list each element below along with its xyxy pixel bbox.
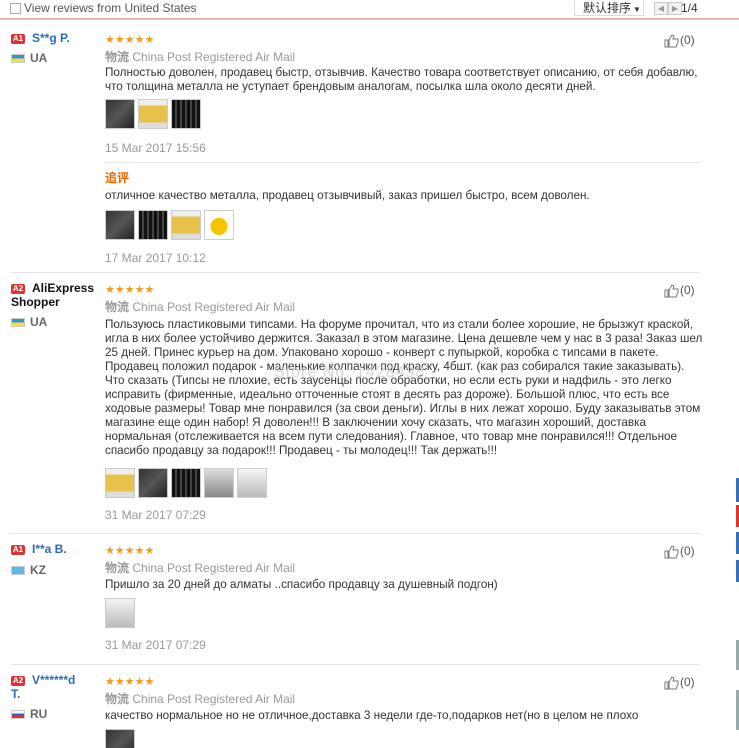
- reviewer-country: UA: [30, 315, 48, 329]
- review-divider: [10, 533, 700, 534]
- next-page-icon[interactable]: ▶: [668, 2, 682, 15]
- helpful-button[interactable]: (0): [664, 675, 695, 690]
- sort-select[interactable]: 默认排序 ▼: [574, 0, 644, 16]
- shipping-label: 物流: [105, 50, 130, 64]
- shipping-method: China Post Registered Air Mail: [132, 561, 296, 575]
- review-photos: [105, 729, 138, 748]
- shipping-info: 物流 China Post Registered Air Mail: [105, 298, 295, 315]
- thumbs-up-icon: [664, 545, 679, 559]
- shipping-label: 物流: [105, 561, 130, 575]
- followup-text: отличное качество металла, продавец отзы…: [105, 189, 590, 202]
- review-text: Пользуюсь пластиковыми типсами. На форум…: [105, 318, 703, 457]
- review-photo[interactable]: [204, 468, 234, 498]
- review-photo[interactable]: [138, 99, 168, 129]
- shipping-info: 物流 China Post Registered Air Mail: [105, 690, 295, 707]
- review-date: 31 Mar 2017 07:29: [105, 638, 206, 652]
- review-divider: [10, 272, 700, 273]
- review-photos: [105, 468, 270, 500]
- flag-ua-icon: [11, 54, 25, 63]
- review-photo[interactable]: [105, 99, 135, 129]
- followup-date: 17 Mar 2017 10:12: [105, 251, 206, 265]
- thumbs-up-icon: [664, 34, 679, 48]
- reviewer-name[interactable]: AliExpress: [32, 281, 94, 295]
- shipping-method: China Post Registered Air Mail: [132, 692, 296, 706]
- level-badge: A1: [11, 545, 25, 555]
- review-photo[interactable]: [171, 468, 201, 498]
- prev-page-icon[interactable]: ◀: [654, 2, 668, 15]
- review-text: Пришло за 20 дней до алматы ..спасибо пр…: [105, 578, 498, 591]
- level-badge: A2: [11, 284, 25, 294]
- review-text: Полностью доволен, продавец быстр, отзыв…: [105, 66, 698, 93]
- flag-ua-icon: [11, 318, 25, 327]
- reviewer-country: KZ: [30, 563, 46, 577]
- chevron-down-icon: ▼: [633, 5, 641, 14]
- shipping-info: 物流 China Post Registered Air Mail: [105, 559, 295, 576]
- review-text: качество нормальное но не отличное,доста…: [105, 709, 639, 722]
- store-watermark: Store No: 1428438: [274, 364, 426, 381]
- review-photo[interactable]: [138, 210, 168, 240]
- followup-tag: 追评: [105, 171, 130, 185]
- reviewer-country: UA: [30, 51, 48, 65]
- shipping-method: China Post Registered Air Mail: [132, 50, 296, 64]
- followup-divider: [105, 162, 700, 163]
- shipping-info: 物流 China Post Registered Air Mail: [105, 48, 295, 65]
- helpful-count: (0): [680, 33, 695, 47]
- review-divider: [10, 664, 700, 665]
- review-photo[interactable]: [204, 210, 234, 240]
- rating-stars: ★★★★★: [105, 34, 155, 46]
- rating-stars: ★★★★★: [105, 676, 155, 688]
- shipping-label: 物流: [105, 300, 130, 314]
- shipping-method: China Post Registered Air Mail: [132, 300, 296, 314]
- review-photos: [105, 598, 138, 630]
- review-photo[interactable]: [105, 598, 135, 628]
- flag-kz-icon: [11, 566, 25, 575]
- review-photo[interactable]: [138, 468, 168, 498]
- thumbs-up-icon: [664, 676, 679, 690]
- followup-photos: [105, 210, 237, 242]
- rating-stars: ★★★★★: [105, 545, 155, 557]
- helpful-count: (0): [680, 675, 695, 689]
- reviewer-name-line2[interactable]: T.: [11, 687, 20, 701]
- helpful-count: (0): [680, 544, 695, 558]
- helpful-button[interactable]: (0): [664, 33, 695, 48]
- reviewer-name[interactable]: V******d: [32, 673, 75, 687]
- page-indicator: 1/4: [681, 1, 698, 15]
- level-badge: A1: [11, 34, 25, 44]
- helpful-button[interactable]: (0): [664, 283, 695, 298]
- helpful-button[interactable]: (0): [664, 544, 695, 559]
- review-photo[interactable]: [105, 468, 135, 498]
- reviewer-name-line2[interactable]: Shopper: [11, 295, 60, 309]
- rating-stars: ★★★★★: [105, 284, 155, 296]
- review-photos: [105, 99, 204, 131]
- review-photo[interactable]: [237, 468, 267, 498]
- review-photo[interactable]: [171, 99, 201, 129]
- review-photo[interactable]: [105, 210, 135, 240]
- sort-select-value: 默认排序: [583, 1, 632, 15]
- shipping-label: 物流: [105, 692, 130, 706]
- us-filter-label: View reviews from United States: [24, 1, 197, 15]
- flag-ru-icon: [11, 710, 25, 719]
- review-photo[interactable]: [105, 729, 135, 748]
- reviewer-name[interactable]: I**a B.: [32, 542, 67, 556]
- thumbs-up-icon: [664, 284, 679, 298]
- reviewer-name[interactable]: S**g P.: [32, 31, 70, 45]
- us-filter-checkbox[interactable]: [10, 3, 21, 14]
- review-date: 15 Mar 2017 15:56: [105, 141, 206, 155]
- review-filter-bar: View reviews from United States 默认排序 ▼ ◀ …: [0, 0, 739, 20]
- reviewer-country: RU: [30, 707, 48, 721]
- review-date: 31 Mar 2017 07:29: [105, 508, 206, 522]
- review-photo[interactable]: [171, 210, 201, 240]
- helpful-count: (0): [680, 283, 695, 297]
- level-badge: A2: [11, 676, 25, 686]
